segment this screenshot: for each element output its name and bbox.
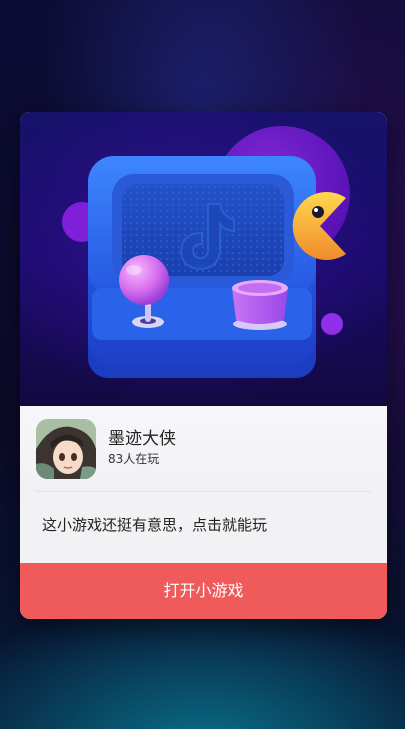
arcade-machine-illustration (62, 126, 350, 378)
game-description: 这小游戏还挺有意思，点击就能玩 (42, 516, 268, 534)
hero-illustration (20, 112, 387, 406)
game-info-row: 墨迹大侠 83人在玩 (20, 406, 387, 492)
game-avatar-icon[interactable] (36, 419, 96, 479)
game-title: 墨迹大侠 (108, 429, 176, 449)
player-count: 83人在玩 (108, 452, 160, 466)
description-section: 这小游戏还挺有意思，点击就能玩 (20, 492, 387, 563)
open-mini-game-button[interactable]: 打开小游戏 (20, 563, 387, 619)
small-orb-right (321, 313, 343, 335)
joystick-ball (119, 255, 169, 305)
mini-game-card: 墨迹大侠 83人在玩 这小游戏还挺有意思，点击就能玩 打开小游戏 (20, 112, 387, 619)
